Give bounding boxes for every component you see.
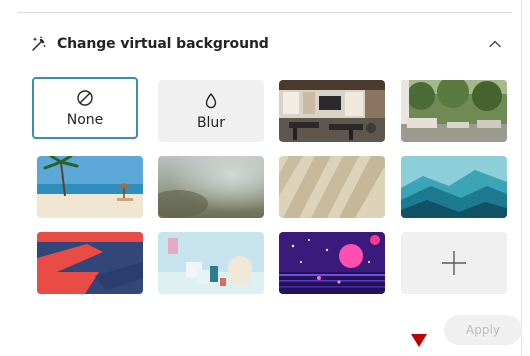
scroll-edge (521, 0, 522, 356)
background-pastel-room[interactable] (158, 232, 264, 294)
panel-title: Change virtual background (57, 36, 269, 52)
background-red-stripe[interactable] (37, 232, 143, 294)
magic-wand-icon (30, 35, 48, 53)
background-forest-room[interactable] (401, 80, 507, 142)
background-shadow-wall[interactable] (279, 156, 385, 218)
collapse-button[interactable] (486, 35, 504, 53)
background-teal-mountains[interactable] (401, 156, 507, 218)
add-background-button[interactable] (401, 232, 507, 294)
virtual-background-panel: Change virtual background None Blur Appl… (0, 0, 530, 356)
panel-header: Change virtual background (30, 33, 269, 55)
background-neon-space[interactable] (279, 232, 385, 294)
background-office-loft[interactable] (279, 80, 385, 142)
top-divider (18, 12, 512, 13)
circle-slash-icon (77, 89, 93, 106)
background-option-blur[interactable]: Blur (158, 80, 264, 142)
drop-icon (205, 92, 217, 108)
apply-button[interactable]: Apply (444, 315, 522, 345)
pointer-marker-icon (411, 333, 427, 347)
background-option-none[interactable]: None (32, 77, 138, 139)
chevron-up-icon (489, 40, 501, 48)
none-label: None (66, 111, 104, 128)
background-beach[interactable] (37, 156, 143, 218)
plus-icon (442, 251, 466, 275)
background-blurred-landscape[interactable] (158, 156, 264, 218)
blur-label: Blur (196, 114, 226, 131)
